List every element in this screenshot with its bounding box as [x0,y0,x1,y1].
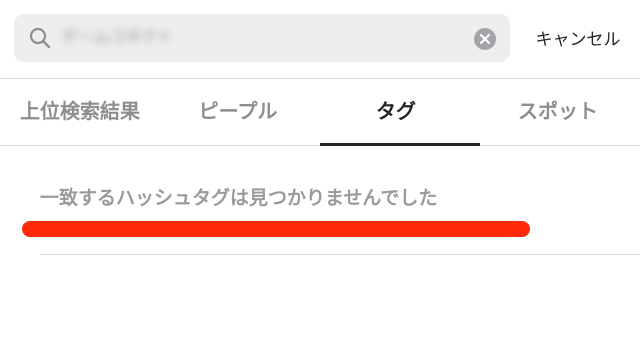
tab-people[interactable]: ピープル [158,79,318,146]
tab-top-results[interactable]: 上位検索結果 [0,79,160,146]
active-tab-indicator [320,143,480,146]
search-query-text[interactable]: ゲームコネクト [62,24,232,50]
no-results-message: 一致するハッシュタグは見つかりませんでした [40,187,438,209]
search-tabs: 上位検索結果 ピープル タグ スポット [0,78,640,146]
search-results-screen: ゲームコネクト キャンセル 上位検索結果 ピープル タグ スポット 一致するハッ… [0,0,640,360]
cancel-button[interactable]: キャンセル [522,24,634,56]
highlight-underline [22,221,530,237]
divider [40,254,640,255]
clear-icon[interactable] [473,27,497,51]
tab-tags[interactable]: タグ [316,79,476,146]
search-header: ゲームコネクト キャンセル [0,0,640,78]
tab-places[interactable]: スポット [478,79,638,146]
search-icon [29,27,51,49]
